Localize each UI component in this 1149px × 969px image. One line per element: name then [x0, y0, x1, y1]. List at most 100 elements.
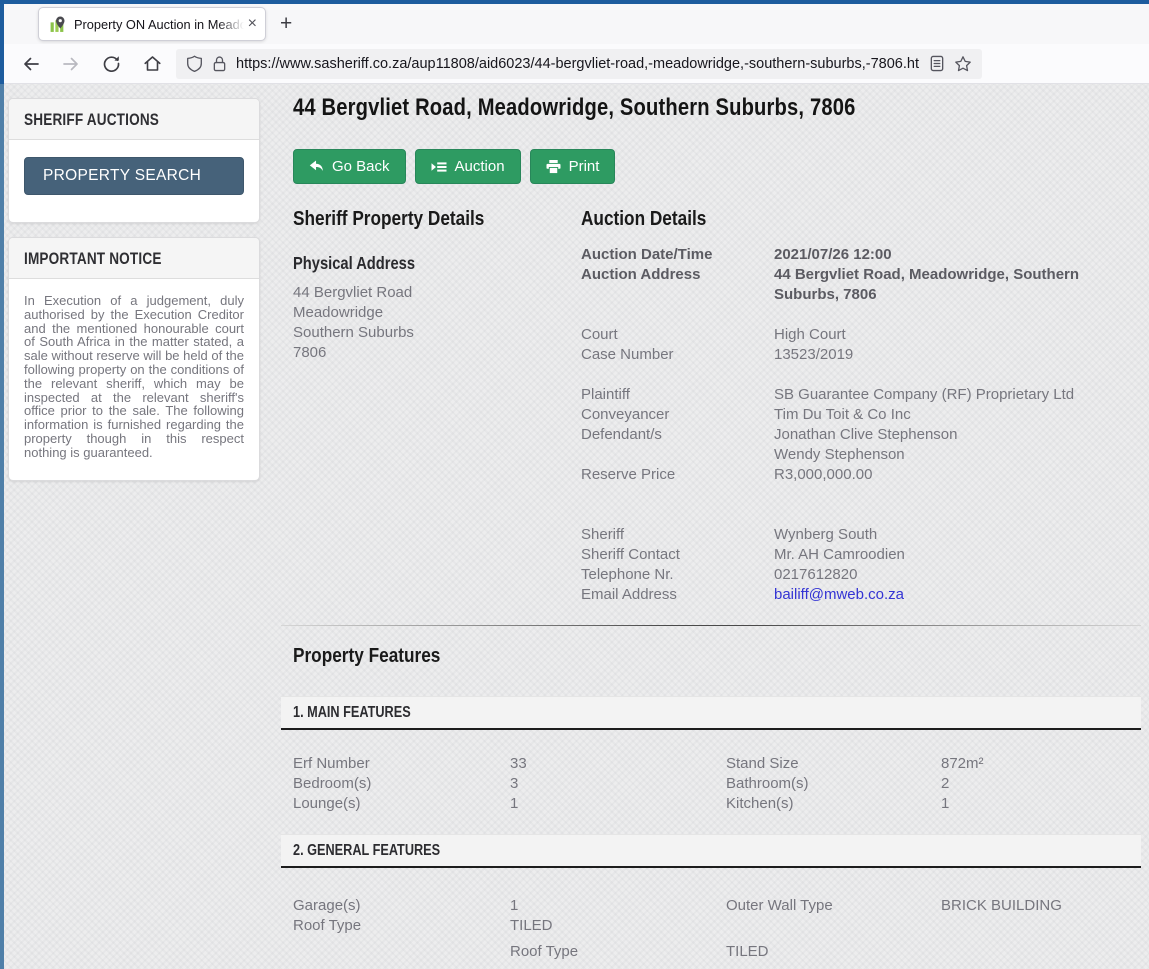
main-features-title: 1. MAIN FEATURES	[293, 704, 411, 722]
detail-label: Conveyancer	[581, 405, 774, 425]
detail-value: 0217612820	[774, 565, 857, 585]
sheriff-auctions-card: SHERIFF AUCTIONS PROPERTY SEARCH	[8, 98, 260, 223]
address-line: 7806	[293, 343, 581, 363]
feature-label: Kitchen(s)	[726, 794, 941, 814]
lock-icon	[212, 55, 227, 72]
detail-value: High Court	[774, 325, 846, 345]
home-icon[interactable]	[143, 54, 162, 73]
detail-value: 13523/2019	[774, 345, 853, 365]
detail-value: Jonathan Clive Stephenson	[774, 425, 957, 445]
important-notice-title: IMPORTANT NOTICE	[24, 249, 162, 269]
physical-address: 44 Bergvliet Road Meadowridge Southern S…	[293, 283, 581, 363]
browser-tab[interactable]: Property ON Auction in Meado ×	[38, 7, 266, 41]
window-frame-top	[0, 0, 1149, 4]
reply-arrow-icon	[309, 160, 324, 173]
detail-row: Case Number 13523/2019	[581, 345, 1141, 365]
detail-label: Case Number	[581, 345, 774, 365]
site-favicon-icon	[49, 16, 66, 33]
court-group: Court High Court Case Number 13523/2019	[581, 325, 1141, 365]
auction-list-icon	[431, 161, 447, 173]
feature-label: Lounge(s)	[293, 794, 510, 814]
sheriff-property-details: Sheriff Property Details Physical Addres…	[293, 207, 581, 605]
detail-label: Telephone Nr.	[581, 565, 774, 585]
main-features-table: Erf Number 33 Stand Size 872m² Bedroom(s…	[293, 754, 1141, 814]
url-bar[interactable]: https://www.sasheriff.co.za/aup11808/aid…	[176, 49, 982, 79]
detail-value: Mr. AH Camroodien	[774, 545, 905, 565]
action-buttons: Go Back Auction Print	[293, 149, 1141, 184]
feature-label: Roof Type	[293, 916, 510, 936]
detail-value: Wendy Stephenson	[774, 445, 905, 465]
main-content: 44 Bergvliet Road, Meadowridge, Southern…	[281, 94, 1141, 962]
feature-label: Bedroom(s)	[293, 774, 510, 794]
new-tab-button[interactable]: +	[280, 12, 292, 36]
reload-icon[interactable]	[102, 54, 121, 73]
sheriff-auctions-title: SHERIFF AUCTIONS	[24, 110, 159, 130]
detail-row: Defendant/s Jonathan Clive Stephenson	[581, 425, 1141, 445]
sheriff-email-link[interactable]: bailiff@mweb.co.za	[774, 585, 904, 605]
feature-value: 1	[510, 794, 726, 814]
sidebar: SHERIFF AUCTIONS PROPERTY SEARCH IMPORTA…	[8, 98, 260, 495]
feature-label: Outer Wall Type	[726, 896, 941, 916]
detail-row: Auction Address 44 Bergvliet Road, Meado…	[581, 265, 1141, 305]
detail-label: Defendant/s	[581, 425, 774, 445]
tab-title: Property ON Auction in Meado	[74, 17, 244, 32]
property-details-heading: Sheriff Property Details	[293, 207, 581, 231]
detail-label	[581, 445, 774, 465]
auction-when-where-group: Auction Date/Time 2021/07/26 12:00 Aucti…	[581, 245, 1141, 305]
feature-value: TILED	[510, 916, 726, 936]
section-divider	[281, 625, 1141, 626]
url-text[interactable]: https://www.sasheriff.co.za/aup11808/aid…	[236, 56, 920, 72]
sheriff-auctions-header: SHERIFF AUCTIONS	[9, 99, 259, 140]
feature-value: 3	[510, 774, 726, 794]
physical-address-heading: Physical Address	[293, 253, 581, 274]
feature-label: Garage(s)	[293, 896, 510, 916]
feature-value: 2	[941, 774, 1141, 794]
navigation-toolbar: https://www.sasheriff.co.za/aup11808/aid…	[4, 44, 1149, 84]
detail-row: Telephone Nr. 0217612820	[581, 565, 1141, 585]
auction-details-heading: Auction Details	[581, 207, 1141, 231]
back-icon[interactable]	[22, 55, 40, 73]
forward-icon[interactable]	[62, 55, 80, 73]
bookmark-star-icon[interactable]	[954, 55, 972, 73]
address-line: 44 Bergvliet Road	[293, 283, 581, 303]
feature-value: 872m²	[941, 754, 1141, 774]
parties-group: Plaintiff SB Guarantee Company (RF) Prop…	[581, 385, 1141, 485]
detail-label: Reserve Price	[581, 465, 774, 485]
detail-row: Auction Date/Time 2021/07/26 12:00	[581, 245, 1141, 265]
sheriff-group: Sheriff Wynberg South Sheriff Contact Mr…	[581, 525, 1141, 605]
reader-view-icon[interactable]	[929, 55, 945, 72]
detail-row: Reserve Price R3,000,000.00	[581, 465, 1141, 485]
tab-close-icon[interactable]: ×	[248, 16, 257, 32]
feature-value	[941, 942, 1141, 962]
detail-value: 44 Bergvliet Road, Meadowridge, Southern…	[774, 265, 1141, 305]
important-notice-card: IMPORTANT NOTICE In Execution of a judge…	[8, 237, 260, 481]
detail-row: Wendy Stephenson	[581, 445, 1141, 465]
detail-value: Wynberg South	[774, 525, 877, 545]
detail-row: Court High Court	[581, 325, 1141, 345]
detail-value: R3,000,000.00	[774, 465, 872, 485]
detail-value: Tim Du Toit & Co Inc	[774, 405, 911, 425]
detail-label: Sheriff Contact	[581, 545, 774, 565]
feature-label	[726, 916, 941, 936]
detail-label: Sheriff	[581, 525, 774, 545]
shield-icon[interactable]	[186, 55, 203, 72]
go-back-button[interactable]: Go Back	[293, 149, 406, 184]
feature-value	[941, 916, 1141, 936]
detail-label: Plaintiff	[581, 385, 774, 405]
feature-value: 33	[510, 754, 726, 774]
feature-value: TILED	[726, 942, 941, 962]
feature-label	[293, 942, 510, 962]
print-button[interactable]: Print	[530, 149, 616, 184]
detail-row: Email Address bailiff@mweb.co.za	[581, 585, 1141, 605]
feature-value: BRICK BUILDING	[941, 896, 1141, 916]
property-search-button[interactable]: PROPERTY SEARCH	[24, 157, 244, 195]
detail-value: SB Guarantee Company (RF) Proprietary Lt…	[774, 385, 1074, 405]
detail-label: Email Address	[581, 585, 774, 605]
feature-value: 1	[510, 896, 726, 916]
property-features-heading: Property Features	[293, 644, 1141, 668]
detail-label: Court	[581, 325, 774, 345]
auction-button[interactable]: Auction	[415, 149, 521, 184]
feature-value: 1	[941, 794, 1141, 814]
main-features-header: 1. MAIN FEATURES	[281, 696, 1141, 730]
address-line: Southern Suburbs	[293, 323, 581, 343]
